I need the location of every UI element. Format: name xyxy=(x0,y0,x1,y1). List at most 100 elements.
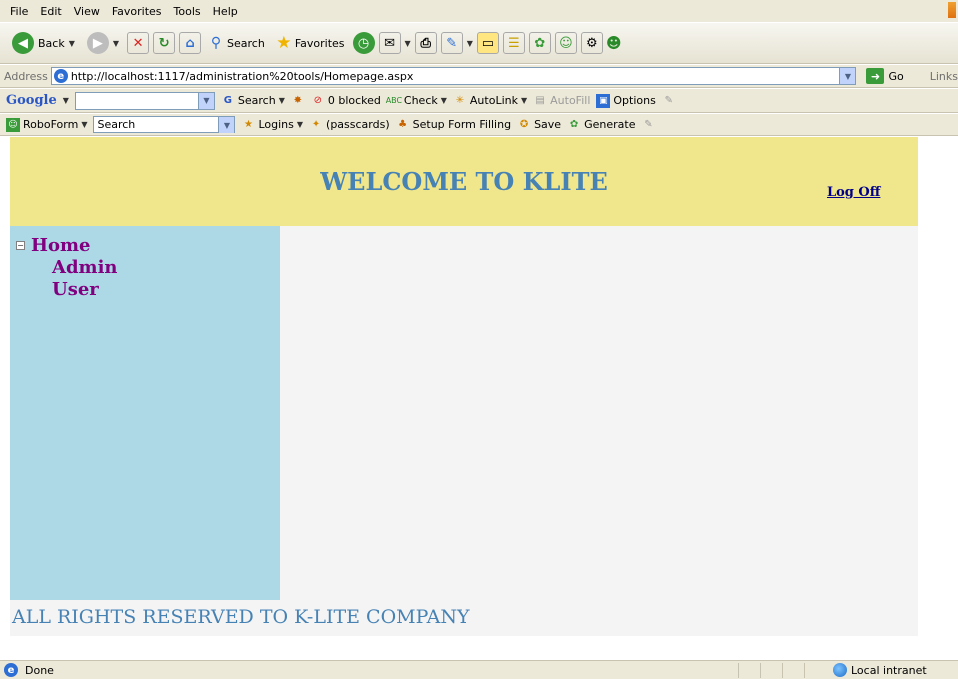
popup-blocker-button[interactable]: ⊘ 0 blocked xyxy=(311,94,381,108)
tree-node-home-label[interactable]: Home xyxy=(31,235,91,256)
blocked-label: 0 blocked xyxy=(327,94,381,107)
logins-icon: ★ xyxy=(243,119,253,130)
print-icon[interactable]: ⎙ xyxy=(414,32,437,54)
status-done: e Done xyxy=(4,663,54,677)
log-off-link[interactable]: Log Off xyxy=(827,185,880,200)
tree-node-admin-label[interactable]: Admin xyxy=(52,257,118,278)
google-menu-dropdown-icon[interactable]: ▼ xyxy=(63,96,69,105)
check-label: Check xyxy=(403,94,438,107)
save-label: Save xyxy=(534,118,562,131)
tree-node-home[interactable]: − Home xyxy=(16,234,118,256)
nav-tree: − Home Admin User xyxy=(16,234,118,300)
pagerank-icon[interactable]: ✸ xyxy=(291,94,305,108)
roboform-search-value: Search xyxy=(97,118,136,131)
options-button[interactable]: ▣ Options xyxy=(596,93,656,108)
generate-button[interactable]: ✿ Generate xyxy=(567,118,636,132)
refresh-icon[interactable]: ↻ xyxy=(153,32,176,54)
logins-caret-icon[interactable]: ▼ xyxy=(297,120,303,129)
roboform-save-button[interactable]: ✪ Save xyxy=(517,118,561,132)
back-button[interactable]: ◀ Back ▼ xyxy=(8,28,79,58)
page-footer: ALL RIGHTS RESERVED TO K-LITE COMPANY xyxy=(10,600,918,636)
check-caret-icon[interactable]: ▼ xyxy=(441,96,447,105)
status-bar: e Done Local intranet xyxy=(0,660,958,679)
tool-icon[interactable]: ⚙ xyxy=(580,32,603,54)
edit-page-icon[interactable]: ✎ xyxy=(440,32,463,54)
zone-label: Local intranet xyxy=(851,663,927,677)
google-search-caret-icon[interactable]: ▼ xyxy=(279,96,285,105)
roboform-search-dropdown-icon[interactable]: ▼ xyxy=(218,117,235,133)
stop-icon[interactable]: ✕ xyxy=(127,32,150,54)
search-label: Search xyxy=(227,36,265,50)
passcards-button[interactable]: ✦ (passcards) xyxy=(309,118,390,132)
google-search-input[interactable]: ▼ xyxy=(74,91,215,110)
search-button[interactable]: ⚲ Search xyxy=(205,28,269,58)
edit-dropdown-icon[interactable]: ▼ xyxy=(467,39,473,48)
google-search-label: Search xyxy=(237,94,276,107)
discuss-icon[interactable]: ▭ xyxy=(476,32,499,54)
address-url: http://localhost:1117/administration%20t… xyxy=(70,69,414,83)
favorites-label: Favorites xyxy=(294,36,345,50)
standard-toolbar: ◀ Back ▼ ▶ ▼ ✕ ↻ ⌂ ⚲ Search ★ Favorites … xyxy=(0,22,958,64)
collapse-icon[interactable]: − xyxy=(16,240,25,250)
logins-button[interactable]: ★ Logins ▼ xyxy=(241,118,303,132)
menu-help[interactable]: Help xyxy=(207,5,244,18)
contacts-icon[interactable]: ☻ xyxy=(606,34,622,52)
footer-text: ALL RIGHTS RESERVED TO K-LITE COMPANY xyxy=(12,606,470,628)
tree-node-admin[interactable]: Admin xyxy=(16,256,118,278)
options-icon: ▣ xyxy=(596,93,611,108)
roboform-menu-button[interactable]: ☺ RoboForm ▼ xyxy=(6,117,87,132)
research-icon[interactable]: ☰ xyxy=(502,32,525,54)
forward-dropdown-icon[interactable]: ▼ xyxy=(113,39,119,48)
logins-label: Logins xyxy=(258,118,294,131)
favorites-star-icon: ★ xyxy=(276,33,292,53)
autolink-button[interactable]: ✳ AutoLink ▼ xyxy=(453,94,527,108)
google-logo[interactable]: Google xyxy=(6,93,57,108)
messenger-icon[interactable]: ✿ xyxy=(528,32,551,54)
back-arrow-icon: ◀ xyxy=(12,32,34,54)
highlighter-icon[interactable]: ✎ xyxy=(662,94,676,108)
roboform-caret-icon[interactable]: ▼ xyxy=(81,120,87,129)
history-icon[interactable]: ◷ xyxy=(352,32,375,54)
favorites-button[interactable]: ★ Favorites xyxy=(273,28,349,58)
menu-tools[interactable]: Tools xyxy=(168,5,207,18)
page-title: WELCOME TO KLITE xyxy=(320,167,608,196)
roboform-search-input[interactable]: Search ▼ xyxy=(93,116,236,133)
spell-check-button[interactable]: ABC Check ▼ xyxy=(386,94,447,108)
google-search-button[interactable]: G Search ▼ xyxy=(221,94,285,108)
generate-label: Generate xyxy=(584,118,636,131)
mail-icon[interactable]: ✉ xyxy=(378,32,401,54)
links-button[interactable]: Links xyxy=(930,70,958,83)
roboform-label: RoboForm xyxy=(23,118,79,131)
roboform-pen-icon[interactable]: ✎ xyxy=(641,118,655,132)
setup-form-filling-button[interactable]: ♣ Setup Form Filling xyxy=(396,118,511,132)
autofill-button[interactable]: ▤ AutoFill xyxy=(533,94,590,108)
menu-edit[interactable]: Edit xyxy=(34,5,67,18)
page-viewport: WELCOME TO KLITE Log Off − Home Admin Us… xyxy=(0,137,958,660)
forward-button[interactable]: ▶ ▼ xyxy=(83,28,123,58)
status-panes xyxy=(738,663,824,678)
roboform-logo-icon: ☺ xyxy=(6,117,20,132)
robot-icon[interactable]: ☺ xyxy=(554,32,577,54)
mail-dropdown-icon[interactable]: ▼ xyxy=(405,39,411,48)
security-zone[interactable]: Local intranet xyxy=(833,663,927,677)
menu-view[interactable]: View xyxy=(68,5,106,18)
ie-page-icon: e xyxy=(53,69,68,83)
autolink-caret-icon[interactable]: ▼ xyxy=(521,96,527,105)
forward-arrow-icon: ▶ xyxy=(86,32,109,54)
google-search-dropdown-icon[interactable]: ▼ xyxy=(197,92,214,109)
tree-node-user[interactable]: User xyxy=(16,278,118,300)
address-bar: Address e http://localhost:1117/administ… xyxy=(0,65,958,88)
tree-node-user-label[interactable]: User xyxy=(52,279,99,300)
options-label: Options xyxy=(613,94,656,107)
go-button[interactable]: ➜ Go xyxy=(866,68,904,84)
menu-favorites[interactable]: Favorites xyxy=(106,5,168,18)
menu-file[interactable]: File xyxy=(4,5,34,18)
go-arrow-icon: ➜ xyxy=(866,68,885,84)
address-input[interactable]: e http://localhost:1117/administration%2… xyxy=(50,67,857,85)
autofill-label: AutoFill xyxy=(550,94,591,107)
generate-icon: ✿ xyxy=(569,119,579,130)
autolink-icon: ✳ xyxy=(455,95,465,106)
back-dropdown-icon[interactable]: ▼ xyxy=(69,39,75,48)
address-dropdown-icon[interactable]: ▼ xyxy=(839,68,856,84)
home-icon[interactable]: ⌂ xyxy=(179,32,202,54)
